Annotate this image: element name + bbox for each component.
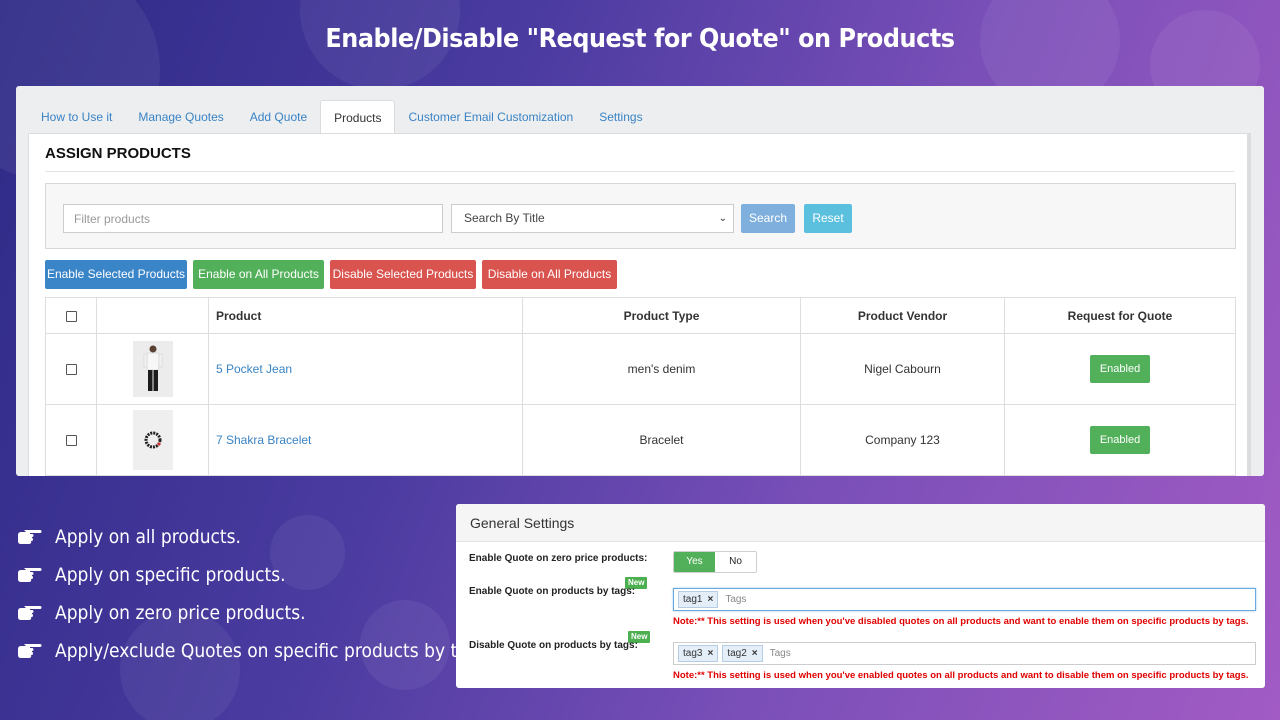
pointing-hand-icon [18,568,42,582]
pointing-hand-icon [18,606,42,620]
tag-chip: tag2 × [722,645,763,662]
tab-settings[interactable]: Settings [586,100,655,133]
tab-add-quote[interactable]: Add Quote [237,100,320,133]
tab-how-to-use[interactable]: How to Use it [28,100,125,133]
tag-chip: tag1 × [678,591,719,608]
product-name-cell: 5 Pocket Jean [208,333,523,405]
divider [45,171,1234,172]
product-vendor-cell: Nigel Cabourn [800,333,1005,405]
zero-price-label: Enable Quote on zero price products: [469,553,648,564]
section-title: ASSIGN PRODUCTS [45,145,191,162]
product-link[interactable]: 7 Shakra Bracelet [216,433,311,447]
admin-panel: How to Use it Manage Quotes Add Quote Pr… [16,86,1264,476]
disable-tags-note: Note:** This setting is used when you've… [673,670,1249,681]
row-checkbox[interactable] [65,364,77,376]
tag-chip-label: tag2 [727,648,747,659]
select-all-header [45,297,97,334]
enable-tags-note: Note:** This setting is used when you've… [673,616,1249,627]
filter-products-input[interactable] [63,204,443,233]
remove-tag-icon[interactable]: × [707,646,713,661]
product-type-header: Product Type [522,297,801,334]
tag-chip-label: tag3 [683,648,703,659]
settings-title: General Settings [456,504,1265,542]
general-settings-card: General Settings Enable Quote on zero pr… [456,504,1265,688]
remove-tag-icon[interactable]: × [707,592,713,607]
request-for-quote-header: Request for Quote [1004,297,1236,334]
search-by-select[interactable]: Search By Title ⌄ [451,204,734,233]
tags-placeholder: Tags [769,648,791,659]
zero-price-toggle[interactable]: Yes No [673,551,757,573]
table-row: 7 Shakra Bracelet Bracelet Company 123 E… [45,404,1236,476]
chevron-down-icon: ⌄ [718,213,727,224]
yes-option[interactable]: Yes [674,552,715,572]
products-table: Product Product Type Product Vendor Requ… [45,297,1236,476]
tags-placeholder: Tags [725,594,747,605]
enable-tags-input[interactable]: tag1 × Tags [673,588,1256,611]
disable-tags-label: Disable Quote on products by tags: [469,640,638,651]
disable-tags-input[interactable]: tag3 × tag2 × Tags [673,642,1256,665]
product-link[interactable]: 5 Pocket Jean [216,362,292,376]
product-header: Product [208,297,523,334]
enable-all-products-button[interactable]: Enable on All Products [193,260,324,289]
reset-button[interactable]: Reset [804,204,852,233]
enable-tags-label: Enable Quote on products by tags: [469,586,636,597]
bullet-text: Apply/exclude Quotes on specific product… [55,640,493,662]
table-header-row: Product Product Type Product Vendor Requ… [45,297,1236,334]
pointing-hand-icon [18,530,42,544]
bullet-text: Apply on zero price products. [55,602,306,624]
no-option[interactable]: No [715,552,756,572]
row-checkbox[interactable] [65,435,77,447]
disable-selected-products-button[interactable]: Disable Selected Products [330,260,476,289]
row-select-cell [45,404,97,476]
product-thumbnail-jean [132,341,173,397]
disable-all-products-button[interactable]: Disable on All Products [482,260,617,289]
scrollbar[interactable] [1247,134,1250,476]
tag-chip-label: tag1 [683,594,703,605]
tab-customer-email-customization[interactable]: Customer Email Customization [395,100,586,133]
product-type-cell: Bracelet [522,404,801,476]
enable-selected-products-button[interactable]: Enable Selected Products [45,260,187,289]
pointing-hand-icon [18,644,42,658]
thumbnail-cell [96,404,209,476]
rfq-status-cell: Enabled [1004,333,1236,405]
bullet-text: Apply on all products. [55,526,241,548]
product-name-cell: 7 Shakra Bracelet [208,404,523,476]
rfq-status-cell: Enabled [1004,404,1236,476]
bullet-text: Apply on specific products. [55,564,286,586]
product-vendor-cell: Company 123 [800,404,1005,476]
tab-manage-quotes[interactable]: Manage Quotes [125,100,236,133]
select-all-checkbox[interactable] [65,310,77,322]
enabled-toggle-button[interactable]: Enabled [1089,355,1151,383]
enabled-toggle-button[interactable]: Enabled [1089,426,1151,454]
row-select-cell [45,333,97,405]
tag-chip: tag3 × [678,645,719,662]
search-by-select-value: Search By Title [464,211,545,225]
thumbnail-header [96,297,209,334]
product-vendor-header: Product Vendor [800,297,1005,334]
page-headline: Enable/Disable "Request for Quote" on Pr… [325,24,955,54]
table-row: 5 Pocket Jean men's denim Nigel Cabourn … [45,333,1236,405]
thumbnail-cell [96,333,209,405]
products-content: ASSIGN PRODUCTS Search By Title ⌄ Search… [28,133,1251,476]
tab-bar: How to Use it Manage Quotes Add Quote Pr… [28,100,656,133]
search-button[interactable]: Search [741,204,795,233]
tab-products[interactable]: Products [320,100,396,133]
remove-tag-icon[interactable]: × [752,646,758,661]
product-type-cell: men's denim [522,333,801,405]
product-thumbnail-bracelet [132,410,173,470]
filter-box: Search By Title ⌄ Search Reset [45,183,1236,249]
